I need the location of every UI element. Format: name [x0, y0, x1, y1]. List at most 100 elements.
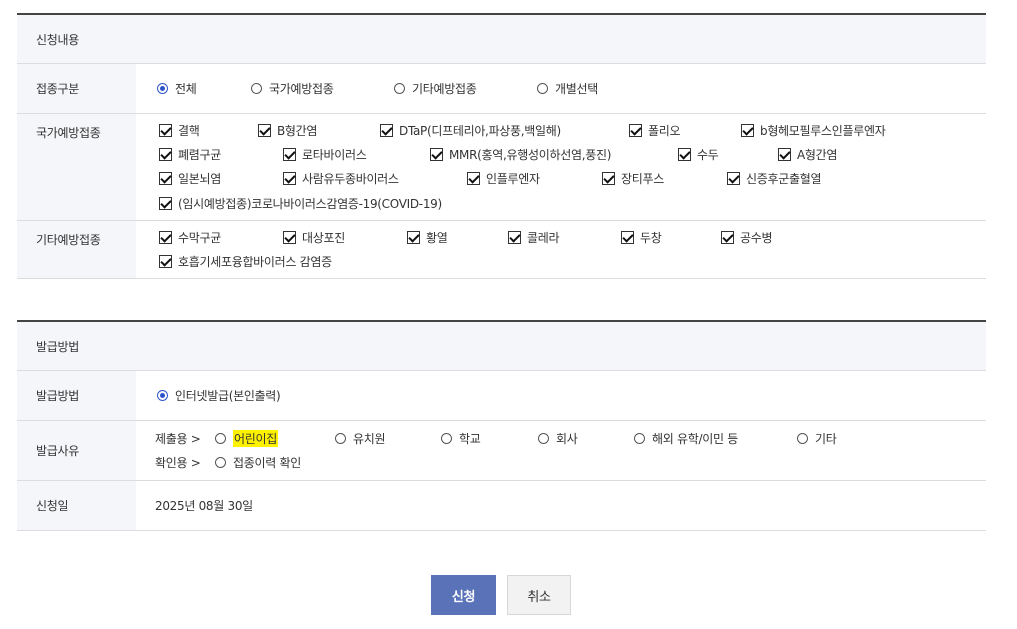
radio-company[interactable]: 회사	[538, 430, 578, 447]
checkbox-label: 일본뇌염	[178, 172, 221, 186]
issue-method-section: 발급방법 발급방법 인터넷발급(본인출력) 발급사유 제출용 > 어린이집 유치…	[17, 320, 986, 531]
radio-label: 유치원	[353, 432, 386, 446]
issue-reason-label: 발급사유	[17, 421, 136, 480]
radio-icon	[394, 83, 405, 94]
checkbox-vaccine[interactable]: 폴리오	[629, 122, 681, 139]
other-vaccination-row: 기타예방접종 수막구균 대상포진 황열 콜레라 두창 공수병 호흡기세포융합바이…	[17, 221, 986, 279]
checkbox-vaccine[interactable]: 수막구균	[159, 229, 221, 246]
checkbox-vaccine[interactable]: 황열	[407, 229, 448, 246]
checkbox-checked-icon	[159, 197, 172, 210]
checkbox-vaccine[interactable]: 인플루엔자	[467, 170, 540, 187]
checkbox-vaccine[interactable]: 두창	[621, 229, 662, 246]
issue-method-label: 발급방법	[17, 371, 136, 420]
checkbox-checked-icon	[159, 172, 172, 185]
national-vaccination-label: 국가예방접종	[17, 114, 136, 220]
checkbox-label: 장티푸스	[621, 172, 664, 186]
radio-kindergarten[interactable]: 유치원	[335, 430, 386, 447]
checkbox-checked-icon	[778, 148, 791, 161]
checkbox-label: 황열	[426, 231, 448, 245]
radio-icon	[634, 433, 645, 444]
radio-history-check[interactable]: 접종이력 확인	[215, 454, 301, 471]
checkbox-vaccine[interactable]: 콜레라	[508, 229, 560, 246]
checkbox-label: 두창	[640, 231, 662, 245]
checkbox-checked-icon	[159, 231, 172, 244]
checkbox-vaccine[interactable]: (임시예방접종)코로나바이러스감염증-19(COVID-19)	[159, 195, 442, 212]
radio-other[interactable]: 기타예방접종	[394, 80, 477, 97]
radio-overseas[interactable]: 해외 유학/이민 등	[634, 430, 738, 447]
checkbox-checked-icon	[258, 124, 271, 137]
radio-individual[interactable]: 개별선택	[537, 80, 598, 97]
radio-all[interactable]: 전체	[157, 80, 197, 97]
checkbox-checked-icon	[283, 172, 296, 185]
checkbox-label: MMR(홍역,유행성이하선염,풍진)	[449, 148, 612, 162]
vaccination-type-row: 접종구분 전체 국가예방접종 기타예방접종 개별선택	[17, 64, 986, 114]
checkbox-vaccine[interactable]: MMR(홍역,유행성이하선염,풍진)	[430, 146, 611, 163]
checkbox-vaccine[interactable]: b형헤모필루스인플루엔자	[741, 122, 886, 139]
radio-icon	[251, 83, 262, 94]
checkbox-checked-icon	[467, 172, 480, 185]
checkbox-vaccine[interactable]: 호흡기세포융합바이러스 감염증	[159, 253, 332, 270]
checkbox-label: 대상포진	[302, 231, 345, 245]
radio-icon	[215, 433, 226, 444]
checkbox-label: 로타바이러스	[302, 148, 367, 162]
checkbox-checked-icon	[430, 148, 443, 161]
vaccination-type-label: 접종구분	[17, 64, 136, 113]
radio-label: 국가예방접종	[269, 82, 334, 96]
radio-label: 회사	[556, 432, 578, 446]
checkbox-vaccine[interactable]: 공수병	[721, 229, 773, 246]
checkbox-vaccine[interactable]: A형간염	[778, 146, 837, 163]
confirm-prefix: 확인용 >	[155, 456, 201, 470]
radio-label: 기타예방접종	[412, 82, 477, 96]
cancel-button[interactable]: 취소	[507, 575, 571, 615]
checkbox-vaccine[interactable]: DTaP(디프테리아,파상풍,백일해)	[380, 122, 561, 139]
radio-icon	[335, 433, 346, 444]
apply-date-row: 신청일 2025년 08월 30일	[17, 481, 986, 531]
checkbox-vaccine[interactable]: 로타바이러스	[283, 146, 367, 163]
checkbox-checked-icon	[678, 148, 691, 161]
radio-etc[interactable]: 기타	[797, 430, 837, 447]
checkbox-checked-icon	[508, 231, 521, 244]
national-vaccination-row: 국가예방접종 결핵 B형간염 DTaP(디프테리아,파상풍,백일해) 폴리오 b…	[17, 114, 986, 221]
radio-national[interactable]: 국가예방접종	[251, 80, 334, 97]
checkbox-label: 사람유두종바이러스	[302, 172, 399, 186]
checkbox-vaccine[interactable]: 수두	[678, 146, 719, 163]
apply-date-value: 2025년 08월 30일	[155, 499, 253, 513]
checkbox-checked-icon	[380, 124, 393, 137]
checkbox-label: 신증후군출혈열	[746, 172, 822, 186]
checkbox-vaccine[interactable]: 일본뇌염	[159, 170, 221, 187]
checkbox-checked-icon	[407, 231, 420, 244]
checkbox-vaccine[interactable]: 결핵	[159, 122, 200, 139]
other-vaccination-options: 수막구균 대상포진 황열 콜레라 두창 공수병 호흡기세포융합바이러스 감염증	[136, 221, 986, 278]
application-content-section: 신청내용 접종구분 전체 국가예방접종 기타예방접종 개별선택 국가예방접종 결…	[17, 13, 986, 279]
checkbox-vaccine[interactable]: B형간염	[258, 122, 317, 139]
checkbox-label: DTaP(디프테리아,파상풍,백일해)	[399, 124, 561, 138]
checkbox-label: B형간염	[277, 124, 318, 138]
checkbox-checked-icon	[283, 231, 296, 244]
national-vaccination-options: 결핵 B형간염 DTaP(디프테리아,파상풍,백일해) 폴리오 b형헤모필루스인…	[136, 114, 986, 220]
radio-label: 접종이력 확인	[233, 456, 301, 470]
issue-method-row: 발급방법 인터넷발급(본인출력)	[17, 371, 986, 421]
checkbox-vaccine[interactable]: 폐렴구균	[159, 146, 221, 163]
checkbox-vaccine[interactable]: 대상포진	[283, 229, 345, 246]
checkbox-vaccine[interactable]: 장티푸스	[602, 170, 664, 187]
checkbox-checked-icon	[721, 231, 734, 244]
radio-label: 해외 유학/이민 등	[652, 432, 738, 446]
checkbox-label: A형간염	[797, 148, 838, 162]
radio-school[interactable]: 학교	[441, 430, 481, 447]
checkbox-vaccine[interactable]: 신증후군출혈열	[727, 170, 821, 187]
radio-label: 전체	[175, 82, 197, 96]
checkbox-label: 폐렴구균	[178, 148, 221, 162]
checkbox-label: 인플루엔자	[486, 172, 540, 186]
issue-reason-row: 발급사유 제출용 > 어린이집 유치원 학교 회사 해외 유학/이민 등 기타 …	[17, 421, 986, 481]
submit-prefix: 제출용 >	[155, 432, 201, 446]
submit-button[interactable]: 신청	[431, 575, 496, 615]
checkbox-checked-icon	[283, 148, 296, 161]
radio-daycare[interactable]: 어린이집	[215, 430, 278, 447]
radio-internet-issue[interactable]: 인터넷발급(본인출력)	[157, 387, 281, 404]
checkbox-label: 수두	[697, 148, 719, 162]
checkbox-vaccine[interactable]: 사람유두종바이러스	[283, 170, 399, 187]
issue-reason-options: 제출용 > 어린이집 유치원 학교 회사 해외 유학/이민 등 기타 확인용 >…	[136, 421, 986, 480]
vaccination-type-options: 전체 국가예방접종 기타예방접종 개별선택	[136, 64, 986, 113]
checkbox-label: 콜레라	[527, 231, 560, 245]
checkbox-label: 결핵	[178, 124, 200, 138]
